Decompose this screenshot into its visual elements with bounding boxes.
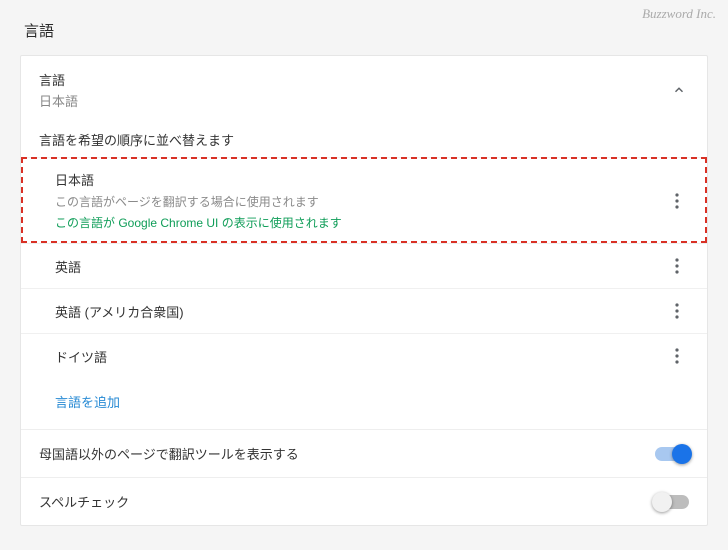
- language-row-japanese: 日本語 この言語がページを翻訳する場合に使用されます この言語が Google …: [21, 157, 707, 243]
- chevron-up-icon: [669, 80, 689, 100]
- more-vert-icon: [675, 303, 679, 319]
- spellcheck-row: スペルチェック: [21, 477, 707, 525]
- language-row-english: 英語: [21, 243, 707, 288]
- language-name: 英語 (アメリカ合衆国): [55, 302, 665, 321]
- language-more-button[interactable]: [665, 254, 689, 278]
- card-title: 言語: [39, 70, 669, 89]
- spellcheck-label: スペルチェック: [39, 492, 655, 511]
- watermark-text: Buzzword Inc.: [642, 6, 716, 22]
- language-more-button[interactable]: [665, 299, 689, 323]
- language-row-german: ドイツ語: [21, 333, 707, 378]
- translate-prompt-row: 母国語以外のページで翻訳ツールを表示する: [21, 429, 707, 477]
- languages-card-header[interactable]: 言語 日本語: [21, 56, 707, 124]
- more-vert-icon: [675, 258, 679, 274]
- page-title: 言語: [0, 0, 728, 55]
- language-more-button[interactable]: [665, 344, 689, 368]
- more-vert-icon: [675, 193, 679, 209]
- language-row-english-us: 英語 (アメリカ合衆国): [21, 288, 707, 333]
- sort-instruction: 言語を希望の順序に並べ替えます: [21, 124, 707, 157]
- language-active-note: この言語が Google Chrome UI の表示に使用されます: [55, 214, 665, 231]
- card-subtitle: 日本語: [39, 91, 669, 110]
- language-name: ドイツ語: [55, 347, 665, 366]
- add-language-link[interactable]: 言語を追加: [55, 395, 120, 410]
- language-list: 日本語 この言語がページを翻訳する場合に使用されます この言語が Google …: [21, 157, 707, 378]
- language-name: 英語: [55, 257, 665, 276]
- languages-card: 言語 日本語 言語を希望の順序に並べ替えます 日本語 この言語がページを翻訳する…: [20, 55, 708, 526]
- translate-prompt-toggle[interactable]: [655, 447, 689, 461]
- language-description: この言語がページを翻訳する場合に使用されます: [55, 193, 665, 210]
- more-vert-icon: [675, 348, 679, 364]
- language-name: 日本語: [55, 170, 665, 189]
- translate-prompt-label: 母国語以外のページで翻訳ツールを表示する: [39, 444, 655, 463]
- language-more-button[interactable]: [665, 189, 689, 213]
- spellcheck-toggle[interactable]: [655, 495, 689, 509]
